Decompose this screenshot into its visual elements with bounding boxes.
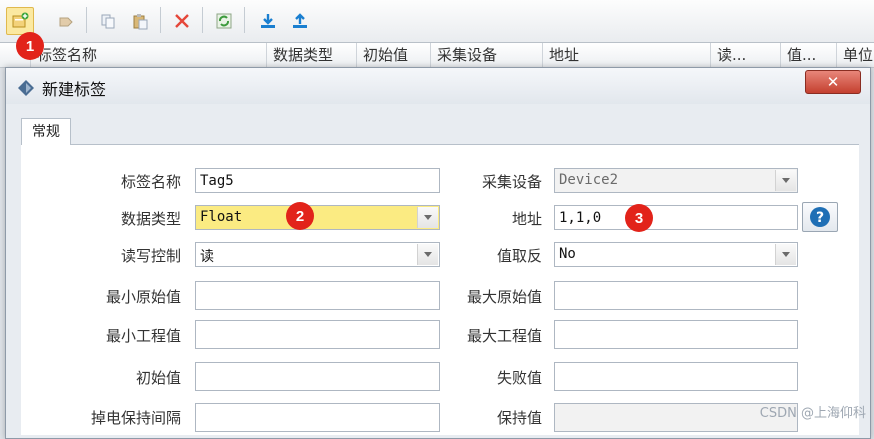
delete-icon	[175, 14, 189, 28]
device-select[interactable]: Device2	[554, 168, 798, 193]
close-button[interactable]: ✕	[805, 70, 861, 94]
new-tag-button[interactable]	[6, 7, 34, 35]
max-raw-input[interactable]	[554, 281, 798, 310]
chevron-down-icon	[782, 252, 790, 257]
tag-name-label: 标签名称	[120, 173, 181, 191]
column-header[interactable]: 地址	[542, 43, 710, 67]
watermark: CSDN @上海仰科	[759, 406, 866, 421]
dialog-title: 新建标签	[42, 80, 107, 99]
dropdown-arrow[interactable]	[775, 170, 796, 191]
export-button[interactable]	[286, 7, 314, 35]
column-header[interactable]: 单位	[836, 43, 874, 67]
fail-input[interactable]	[554, 362, 798, 391]
device-label: 采集设备	[481, 173, 542, 191]
refresh-button[interactable]	[210, 7, 238, 35]
device-value: Device2	[559, 172, 619, 188]
max-eng-input[interactable]	[554, 320, 798, 349]
tag-grid-header: 标签名称 数据类型 初始值 采集设备 地址 读... 值... 单位	[0, 43, 874, 68]
refresh-icon	[216, 13, 232, 29]
max-raw-label: 最大原始值	[466, 288, 542, 306]
invert-label: 值取反	[496, 247, 542, 265]
step-badge-1: 1	[16, 32, 44, 60]
column-header[interactable]: 标签名称	[30, 43, 266, 67]
edit-tag-button[interactable]	[52, 7, 80, 35]
column-header[interactable]: 读...	[710, 43, 780, 67]
invert-value: No	[559, 246, 576, 262]
retain-value-label: 保持值	[496, 409, 542, 427]
help-symbol: ?	[816, 210, 824, 226]
toolbar-separator	[86, 7, 87, 33]
address-label: 地址	[511, 210, 542, 228]
delete-button[interactable]	[168, 7, 196, 35]
tag-edit-icon	[59, 17, 73, 27]
toolbar	[0, 0, 874, 43]
rw-control-value: 读	[200, 249, 214, 265]
paste-icon	[133, 14, 148, 30]
paste-button[interactable]	[126, 7, 154, 35]
step-badge-3: 3	[625, 204, 653, 232]
column-header[interactable]: 值...	[780, 43, 836, 67]
dialog-app-icon	[18, 80, 34, 96]
invert-select[interactable]: No	[554, 242, 798, 267]
upload-icon	[293, 13, 307, 28]
column-header[interactable]: 采集设备	[430, 43, 542, 67]
data-type-value: Float	[200, 209, 243, 225]
tab-general[interactable]: 常规	[21, 118, 71, 145]
copy-icon	[101, 14, 115, 29]
toolbar-separator	[244, 7, 245, 33]
rw-control-label: 读写控制	[120, 247, 181, 265]
max-eng-label: 最大工程值	[466, 327, 542, 345]
initial-label: 初始值	[135, 369, 181, 387]
step-badge-2: 2	[286, 202, 314, 230]
retain-interval-label: 掉电保持间隔	[90, 409, 181, 427]
chevron-down-icon	[782, 178, 790, 183]
new-tag-icon	[12, 12, 29, 28]
download-icon	[261, 14, 275, 28]
min-eng-label: 最小工程值	[105, 327, 181, 345]
close-icon: ✕	[826, 73, 840, 91]
copy-button[interactable]	[94, 7, 122, 35]
fail-label: 失败值	[496, 369, 542, 387]
help-icon: ?	[810, 207, 830, 227]
data-type-label: 数据类型	[120, 210, 181, 228]
general-panel: 标签名称 采集设备 Device2 数据类型 Float 地址 ? 读写控制 读…	[21, 144, 859, 435]
min-raw-label: 最小原始值	[105, 288, 181, 306]
column-header[interactable]: 数据类型	[266, 43, 356, 67]
new-tag-dialog: 新建标签 ✕ 常规 标签名称 采集设备 Device2 数据类型 Float 地…	[5, 67, 871, 439]
dropdown-arrow[interactable]	[775, 244, 796, 265]
address-input[interactable]	[554, 205, 798, 230]
toolbar-separator	[202, 7, 203, 33]
toolbar-separator	[160, 7, 161, 33]
column-header[interactable]: 初始值	[356, 43, 430, 67]
dialog-titlebar[interactable]: 新建标签 ✕	[6, 68, 870, 104]
import-button[interactable]	[254, 7, 282, 35]
address-help-button[interactable]: ?	[802, 202, 838, 232]
